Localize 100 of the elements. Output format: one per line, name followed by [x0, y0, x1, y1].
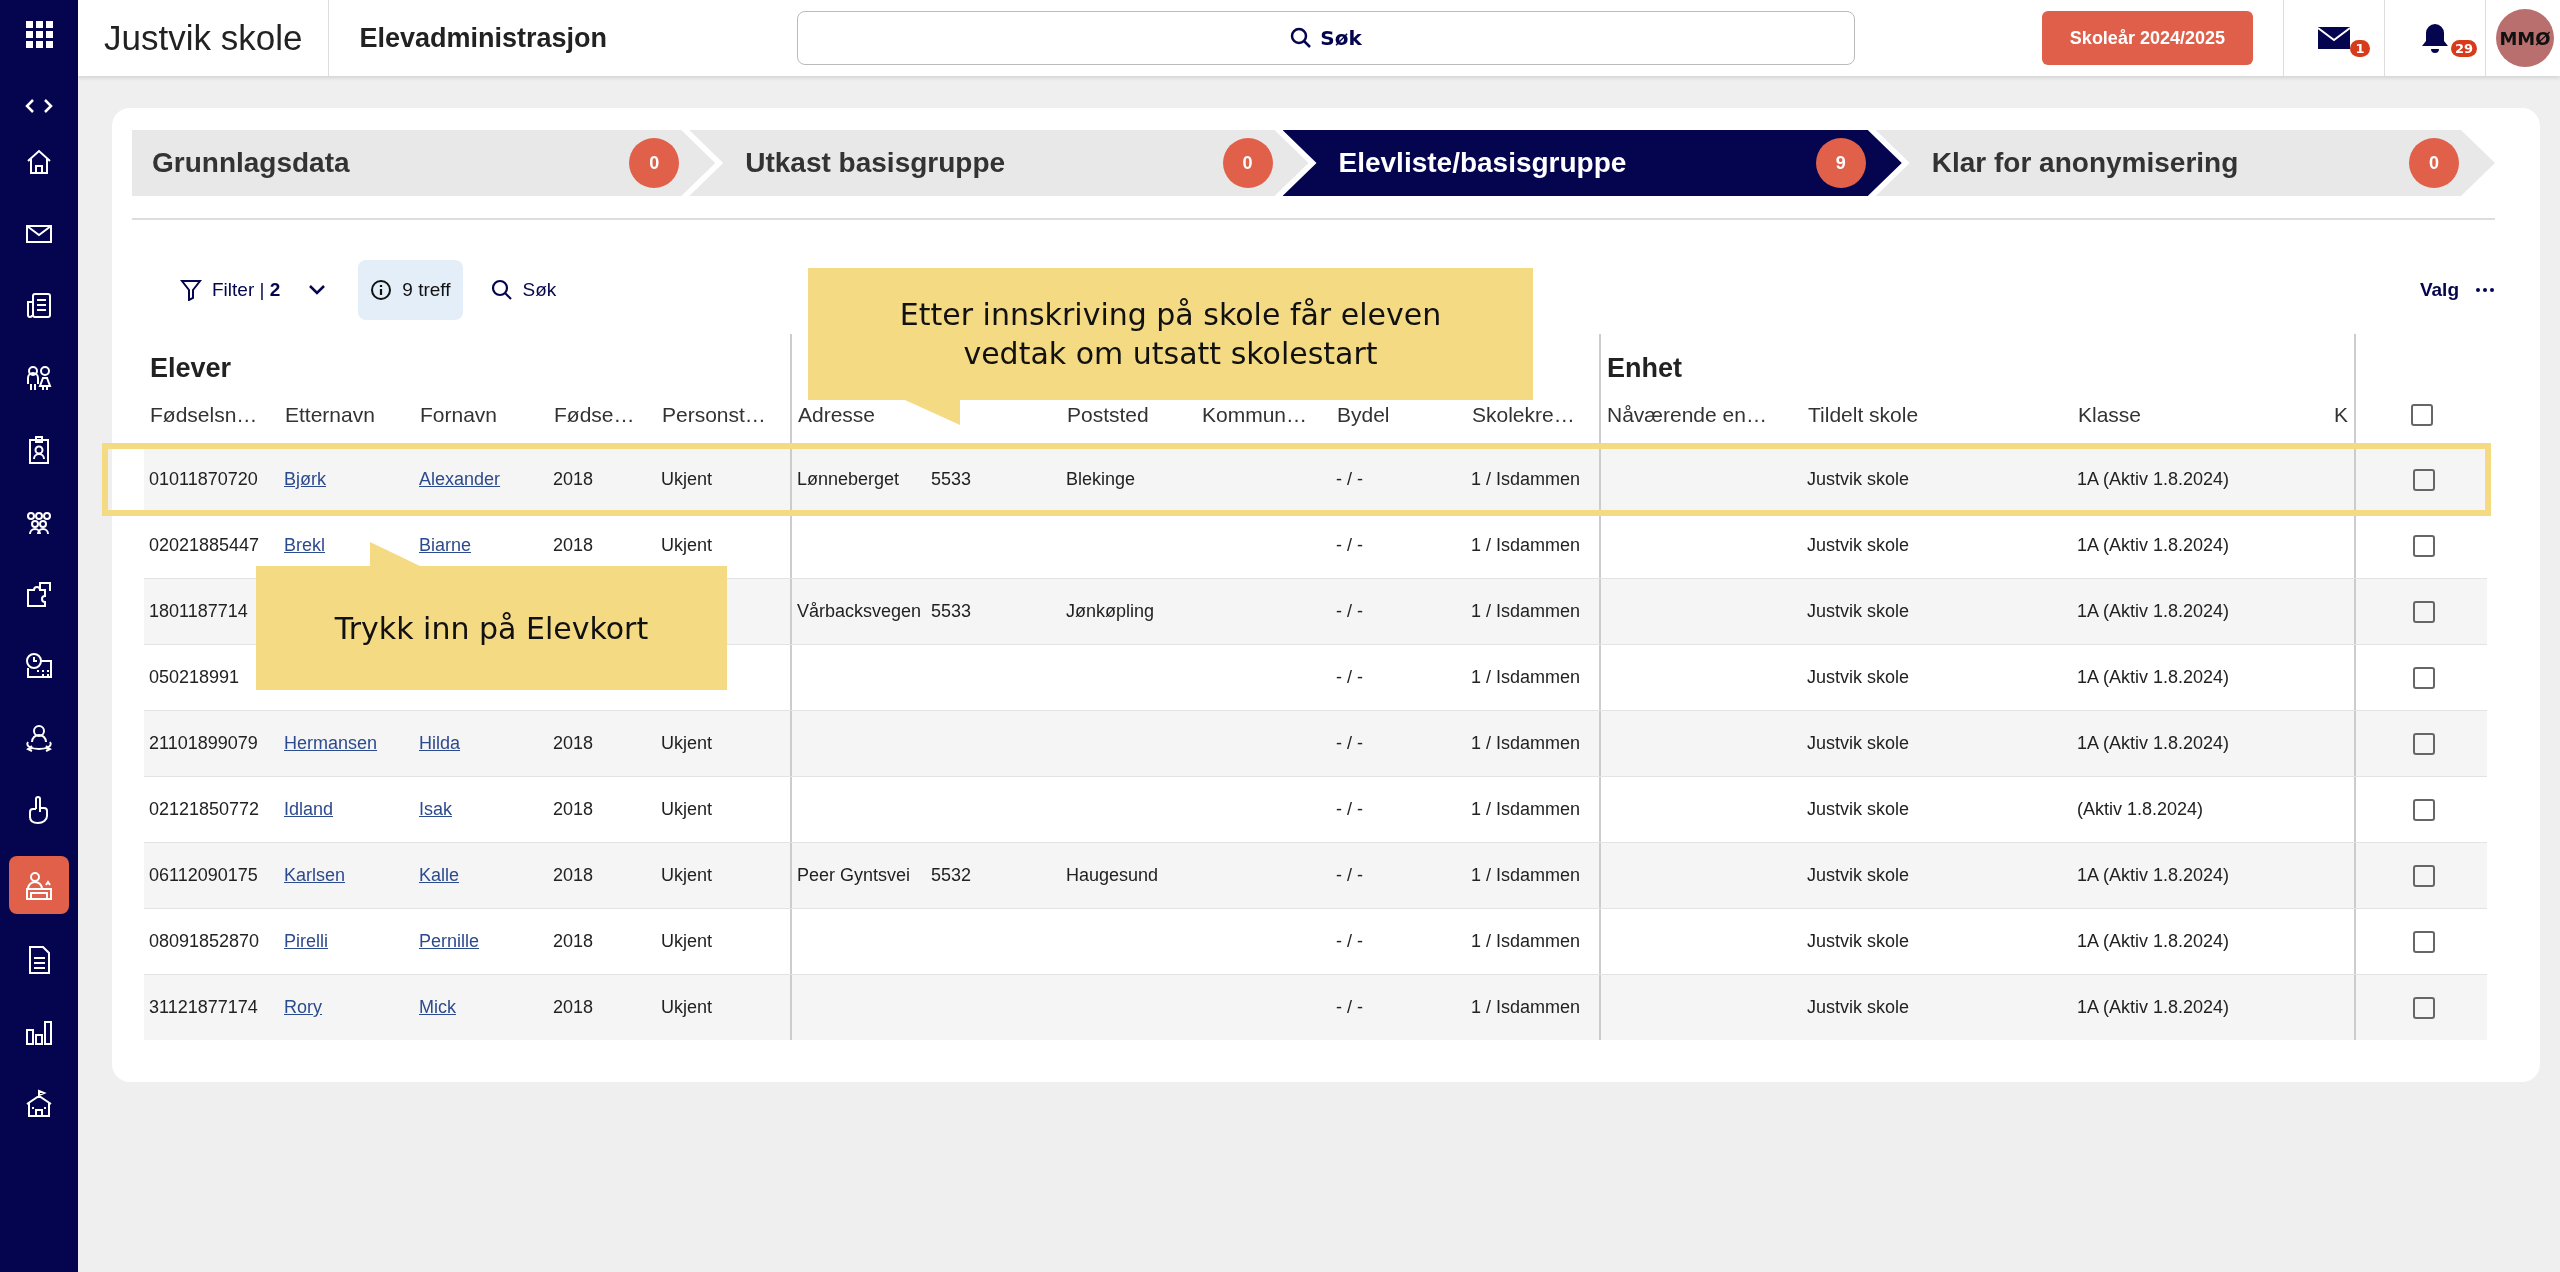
- column-header[interactable]: Fødse…: [554, 403, 635, 427]
- table-link[interactable]: Pernille: [419, 931, 480, 952]
- results-count-button[interactable]: 9 treff: [358, 260, 463, 320]
- table-row[interactable]: 31121877174 Rory Mick 2018 Ukjent - / - 1 / Isdammen Justvik skole 1A (Aktiv 1.8.2024): [144, 974, 2487, 1040]
- table-cell: Haugesund: [1066, 865, 1159, 886]
- table-cell: Justvik skole: [1807, 733, 1910, 754]
- row-checkbox[interactable]: [2413, 996, 2435, 1019]
- table-cell: Ukjent: [661, 469, 713, 490]
- table-cell: - / -: [1336, 667, 1363, 688]
- table-cell: 02021885447: [149, 535, 260, 556]
- table-cell: Justvik skole: [1807, 931, 1910, 952]
- bell-icon[interactable]: [2420, 22, 2450, 54]
- count-badge: 0: [1222, 138, 1273, 188]
- desk-person-icon: [23, 869, 55, 901]
- table-cell: Vårbacksvegen: [797, 601, 922, 622]
- row-checkbox[interactable]: [2413, 798, 2435, 821]
- user-avatar[interactable]: MMØ: [2496, 9, 2554, 67]
- table-cell: 1A (Aktiv 1.8.2024): [2077, 469, 2230, 490]
- row-checkbox[interactable]: [2413, 534, 2435, 557]
- table-link[interactable]: Idland: [284, 799, 334, 820]
- row-checkbox[interactable]: [2413, 600, 2435, 623]
- table-cell: 5532: [931, 865, 972, 886]
- table-row[interactable]: 08091852870 Pirelli Pernille 2018 Ukjent - / - 1 / Isdammen Justvik skole 1A (Aktiv 1.8.2024): [144, 908, 2487, 974]
- table-link[interactable]: Biarne: [419, 535, 472, 556]
- table-link[interactable]: Rory: [284, 997, 322, 1018]
- row-checkbox[interactable]: [2413, 864, 2435, 887]
- column-header[interactable]: Tildelt skole: [1808, 403, 1919, 427]
- table-cell: 5533: [931, 469, 972, 490]
- table-cell: 08091852870: [149, 931, 260, 952]
- column-header[interactable]: Kommun…: [1202, 403, 1308, 427]
- table-link[interactable]: Hermansen: [284, 733, 378, 754]
- callout-pointer-tooltip: [905, 400, 960, 425]
- table-link[interactable]: Brekl: [284, 535, 325, 556]
- callout-pointer-tooltip: [370, 542, 420, 566]
- table-link[interactable]: Isak: [419, 799, 452, 820]
- table-link[interactable]: Bjørk: [284, 469, 326, 490]
- table-link[interactable]: Karlsen: [284, 865, 346, 886]
- table-cell: Justvik skole: [1807, 997, 1910, 1018]
- table-link[interactable]: Alexander: [419, 469, 501, 490]
- table-cell: Ukjent: [661, 733, 713, 754]
- table-link[interactable]: Pirelli: [284, 931, 328, 952]
- table-cell: 1A (Aktiv 1.8.2024): [2077, 733, 2230, 754]
- column-header[interactable]: Fødselsn…: [150, 403, 258, 427]
- chevron-down-icon[interactable]: [308, 284, 327, 296]
- table-cell: 1 / Isdammen: [1471, 469, 1581, 490]
- progress-step[interactable]: Elevliste/basisgruppe 9: [1282, 130, 1902, 196]
- table-link[interactable]: Mick: [419, 997, 456, 1018]
- table-cell: 1A (Aktiv 1.8.2024): [2077, 535, 2230, 556]
- table-cell: 1 / Isdammen: [1471, 535, 1581, 556]
- info-icon: [370, 279, 393, 301]
- table-cell: Lønneberget: [797, 469, 900, 490]
- table-cell: 01011870720: [149, 469, 258, 490]
- column-header[interactable]: Personst…: [662, 403, 766, 427]
- column-header[interactable]: Nåværende en…: [1607, 403, 1767, 427]
- table-cell: 31121877174: [149, 997, 258, 1018]
- table-cell: 1A (Aktiv 1.8.2024): [2077, 865, 2230, 886]
- column-header[interactable]: Poststed: [1067, 403, 1149, 427]
- table-cell: Ukjent: [661, 535, 713, 556]
- options-button[interactable]: Valg: [2407, 260, 2459, 320]
- progress-step[interactable]: Klar for anonymisering 0: [1875, 130, 2495, 196]
- table-row[interactable]: 06112090175 Karlsen Kalle 2018 Ukjent Peer Gyntsvei 5532 Haugesund - / - 1 / Isdammen Justvik skole 1A (Aktiv 1.8.2024): [144, 842, 2487, 908]
- row-checkbox[interactable]: [2413, 732, 2435, 755]
- progress-step[interactable]: Grunnlagsdata 0: [132, 130, 716, 196]
- column-header[interactable]: K: [2334, 403, 2348, 427]
- column-header[interactable]: Klasse: [2078, 403, 2142, 427]
- table-row[interactable]: 21101899079 Hermansen Hilda 2018 Ukjent - / - 1 / Isdammen Justvik skole 1A (Aktiv 1.8.2024): [144, 710, 2487, 776]
- table-row[interactable]: 02121850772 Idland Isak 2018 Ukjent - / - 1 / Isdammen Justvik skole (Aktiv 1.8.2024): [144, 776, 2487, 842]
- column-header[interactable]: Fornavn: [420, 403, 498, 427]
- table-cell: - / -: [1336, 733, 1363, 754]
- app-title: Justvik skole: [78, 0, 330, 76]
- filter-button[interactable]: Filter | 2: [168, 260, 293, 320]
- column-header[interactable]: Bydel: [1337, 403, 1390, 427]
- search-button[interactable]: Søk: [797, 11, 1855, 65]
- table-cell: - / -: [1336, 535, 1363, 556]
- search-button[interactable]: Søk: [478, 260, 569, 320]
- row-checkbox[interactable]: [2413, 930, 2435, 953]
- count-badge: 0: [2409, 138, 2459, 188]
- progress-step[interactable]: Utkast basisgruppe 0: [689, 130, 1309, 196]
- table-cell: 1 / Isdammen: [1471, 931, 1581, 952]
- table-cell: 2018: [553, 469, 594, 490]
- table-cell: 02121850772: [149, 799, 260, 820]
- callout-tooltip: Trykk inn på Elevkort: [256, 566, 727, 690]
- count-badge: 9: [1815, 138, 1866, 188]
- school-year-button[interactable]: Skoleår 2024/2025: [2041, 11, 2253, 65]
- mail-icon[interactable]: [2317, 25, 2351, 51]
- more-icon[interactable]: [2475, 287, 2495, 293]
- table-cell: Blekinge: [1066, 469, 1136, 490]
- table-cell: 1A (Aktiv 1.8.2024): [2077, 667, 2230, 688]
- row-checkbox[interactable]: [2413, 468, 2435, 491]
- column-header[interactable]: Skolekre…: [1472, 403, 1575, 427]
- column-header[interactable]: Adresse: [798, 403, 876, 427]
- table-cell: 1 / Isdammen: [1471, 667, 1581, 688]
- table-cell: 2018: [553, 865, 594, 886]
- apps-grid-icon[interactable]: [25, 20, 53, 48]
- table-cell: 1 / Isdammen: [1471, 733, 1581, 754]
- table-link[interactable]: Kalle: [419, 865, 460, 886]
- column-header[interactable]: Etternavn: [285, 403, 375, 427]
- row-checkbox[interactable]: [2413, 666, 2435, 689]
- select-all-checkbox[interactable]: [2410, 404, 2433, 426]
- table-link[interactable]: Hilda: [419, 733, 461, 754]
